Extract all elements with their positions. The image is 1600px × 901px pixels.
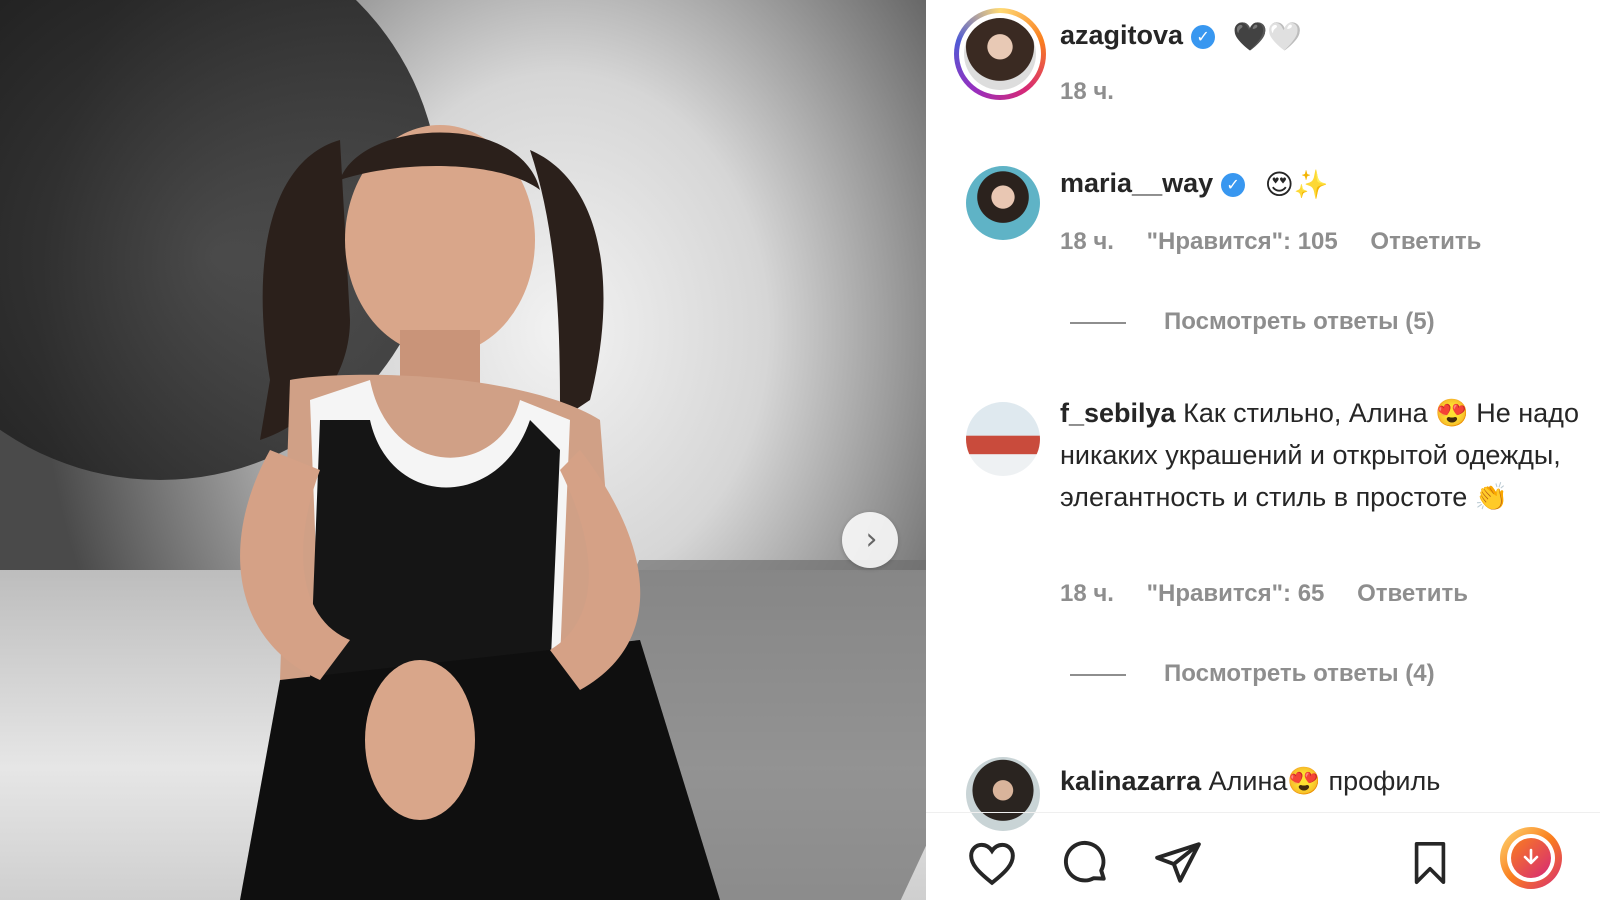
download-icon[interactable] xyxy=(1500,827,1562,889)
caption-emojis: 🖤🤍 xyxy=(1232,20,1303,54)
divider-line xyxy=(1070,321,1126,324)
comment-username[interactable]: maria__way xyxy=(1060,168,1213,198)
comment-text: 😍✨ xyxy=(1264,168,1329,202)
comment-text: Алина😍 профиль xyxy=(1208,766,1441,796)
heart-icon[interactable] xyxy=(966,837,1018,889)
photo-person xyxy=(240,125,720,900)
comment-likes[interactable]: "Нравится": 105 xyxy=(1147,228,1338,255)
comment-username[interactable]: f_sebilya xyxy=(1060,398,1176,428)
avatar[interactable] xyxy=(966,166,1040,240)
avatar[interactable] xyxy=(966,402,1040,476)
verified-badge-icon: ✓ xyxy=(1221,172,1246,197)
comment-header: maria__way ✓ 😍✨ xyxy=(1060,168,1329,201)
verified-badge-icon: ✓ xyxy=(1191,24,1216,49)
view-replies-button[interactable]: Посмотреть ответы (4) xyxy=(1070,660,1435,688)
chevron-right-icon: › xyxy=(865,522,878,557)
post-owner-username[interactable]: azagitova xyxy=(1060,20,1183,50)
reply-button[interactable]: Ответить xyxy=(1357,580,1468,607)
comments-panel: azagitova ✓ 🖤🤍 18 ч. maria__way ✓ 😍✨ 18 ч.… xyxy=(926,0,1600,900)
view-replies-button[interactable]: Посмотреть ответы (5) xyxy=(1070,308,1435,336)
comment-body: kalinazarra Алина😍 профиль xyxy=(1060,760,1580,808)
comment-meta: 18 ч. "Нравится": 105 Ответить xyxy=(1060,228,1507,256)
comment-time[interactable]: 18 ч. xyxy=(1060,228,1114,255)
divider-line xyxy=(1070,673,1126,676)
action-bar xyxy=(926,812,1600,901)
comment-icon[interactable] xyxy=(1060,837,1112,889)
post-photo[interactable]: › xyxy=(0,0,926,900)
comment-likes[interactable]: "Нравится": 65 xyxy=(1147,580,1325,607)
avatar[interactable] xyxy=(964,18,1036,90)
comment-username[interactable]: kalinazarra xyxy=(1060,766,1201,796)
comment-time[interactable]: 18 ч. xyxy=(1060,580,1114,607)
post-owner-username-row: azagitova ✓ 🖤🤍 xyxy=(1060,20,1302,53)
comment-meta: 18 ч. "Нравится": 65 Ответить xyxy=(1060,580,1494,608)
carousel-next-button[interactable]: › xyxy=(842,512,898,568)
post-time: 18 ч. xyxy=(1060,78,1114,105)
send-icon[interactable] xyxy=(1152,837,1204,889)
comment-body: f_sebilya Как стильно, Алина 😍 Не надо н… xyxy=(1060,392,1580,518)
bookmark-icon[interactable] xyxy=(1404,837,1456,889)
reply-button[interactable]: Ответить xyxy=(1370,228,1481,255)
